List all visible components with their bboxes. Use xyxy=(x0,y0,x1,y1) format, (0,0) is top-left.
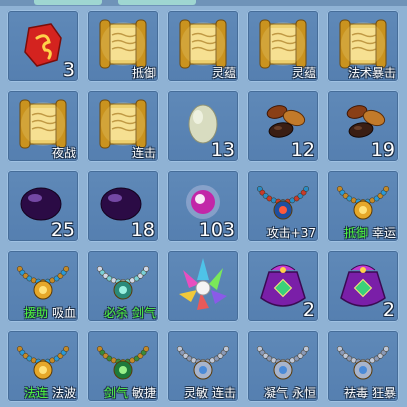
item-attribute-label: 法波 xyxy=(51,386,76,400)
item-attributes: 抵御 xyxy=(132,66,156,80)
inventory-slot[interactable] xyxy=(167,250,239,322)
inventory-slot[interactable]: 抵御 xyxy=(87,10,159,82)
item-count: 3 xyxy=(62,59,75,81)
inventory-tab-1[interactable] xyxy=(34,0,102,5)
item-attributes: 法术暴击 xyxy=(348,66,396,80)
inventory-slot[interactable]: 灵蕴 xyxy=(167,10,239,82)
item-attribute-label: 剑气 xyxy=(103,386,128,400)
item-attribute-label: 剑气 xyxy=(131,306,156,320)
crystal-cluster-icon xyxy=(179,258,227,310)
inventory-slot[interactable]: 19 xyxy=(327,90,399,162)
inventory-slot[interactable]: 攻击+37 xyxy=(247,170,319,242)
inventory-slot[interactable]: 灵敏 连击 xyxy=(167,330,239,402)
item-attribute-label: 援助 xyxy=(23,306,48,320)
item-attribute-label: 吸血 xyxy=(51,306,76,320)
item-attribute-label: 法术暴击 xyxy=(347,66,396,80)
inventory-slot[interactable]: 2 xyxy=(327,250,399,322)
inventory-slot[interactable]: 13 xyxy=(167,90,239,162)
inventory-slot[interactable]: 剑气 敏捷 xyxy=(87,330,159,402)
item-attributes: 凝气 永恒 xyxy=(264,386,316,400)
item-count: 13 xyxy=(210,139,235,161)
item-attribute-label: 祛毒 xyxy=(343,386,368,400)
item-count: 25 xyxy=(50,219,75,241)
item-attribute-label: 灵蕴 xyxy=(211,66,236,80)
item-attribute-label: 幸运 xyxy=(371,226,396,240)
item-attribute-label: 法连 xyxy=(23,386,48,400)
inventory-tab-2[interactable] xyxy=(118,0,196,5)
item-count: 18 xyxy=(130,219,155,241)
inventory-slot[interactable]: 连击 xyxy=(87,90,159,162)
item-count: 19 xyxy=(370,139,395,161)
item-attribute-label: 永恒 xyxy=(291,386,316,400)
inventory-slot[interactable]: 祛毒 狂暴 xyxy=(327,330,399,402)
item-count: 12 xyxy=(290,139,315,161)
item-attribute-label: 连击 xyxy=(211,386,236,400)
item-attributes: 援助 吸血 xyxy=(24,306,76,320)
item-attributes: 剑气 敏捷 xyxy=(104,386,156,400)
item-attributes: 灵蕴 xyxy=(212,66,236,80)
item-attributes: 攻击+37 xyxy=(267,226,316,240)
inventory-slot[interactable]: 灵蕴 xyxy=(247,10,319,82)
inventory-slot[interactable]: 18 xyxy=(87,170,159,242)
item-attribute-label: 灵敏 xyxy=(183,386,208,400)
item-attribute-label: 凝气 xyxy=(263,386,288,400)
inventory-slot[interactable]: 法连 法波 xyxy=(7,330,79,402)
inventory-slot[interactable]: 凝气 永恒 xyxy=(247,330,319,402)
item-count: 2 xyxy=(382,299,395,321)
item-attribute-label: 狂暴 xyxy=(371,386,396,400)
inventory-slot[interactable]: 2 xyxy=(247,250,319,322)
inventory-slot[interactable]: 夜战 xyxy=(7,90,79,162)
item-attributes: 必杀 剑气 xyxy=(104,306,156,320)
item-count: 2 xyxy=(302,299,315,321)
inventory-slot[interactable]: 法术暴击 xyxy=(327,10,399,82)
item-attributes: 祛毒 狂暴 xyxy=(344,386,396,400)
inventory-slot[interactable]: 103 xyxy=(167,170,239,242)
item-attributes: 法连 法波 xyxy=(24,386,76,400)
inventory-slot[interactable]: 抵御 幸运 xyxy=(327,170,399,242)
item-attributes: 灵蕴 xyxy=(292,66,316,80)
item-count: 103 xyxy=(198,219,235,241)
item-attributes: 灵敏 连击 xyxy=(184,386,236,400)
item-attribute-label: 敏捷 xyxy=(131,386,156,400)
item-attribute-label: 必杀 xyxy=(103,306,128,320)
item-attributes: 夜战 xyxy=(52,146,76,160)
inventory-grid: 3 抵御 灵蕴 灵蕴 法术暴击 夜战 连击 13 12 19 25 18 103… xyxy=(7,10,407,407)
item-attribute-label: 抵御 xyxy=(343,226,368,240)
item-attributes: 连击 xyxy=(132,146,156,160)
item-attribute-label: 夜战 xyxy=(51,146,76,160)
item-attribute-label: 灵蕴 xyxy=(291,66,316,80)
inventory-slot[interactable]: 3 xyxy=(7,10,79,82)
item-attribute-label: 攻击+37 xyxy=(266,226,316,240)
inventory-slot[interactable]: 25 xyxy=(7,170,79,242)
inventory-slot[interactable]: 援助 吸血 xyxy=(7,250,79,322)
item-attribute-label: 连击 xyxy=(131,146,156,160)
inventory-slot[interactable]: 12 xyxy=(247,90,319,162)
item-attributes: 抵御 幸运 xyxy=(344,226,396,240)
inventory-slot[interactable]: 必杀 剑气 xyxy=(87,250,159,322)
item-attribute-label: 抵御 xyxy=(131,66,156,80)
